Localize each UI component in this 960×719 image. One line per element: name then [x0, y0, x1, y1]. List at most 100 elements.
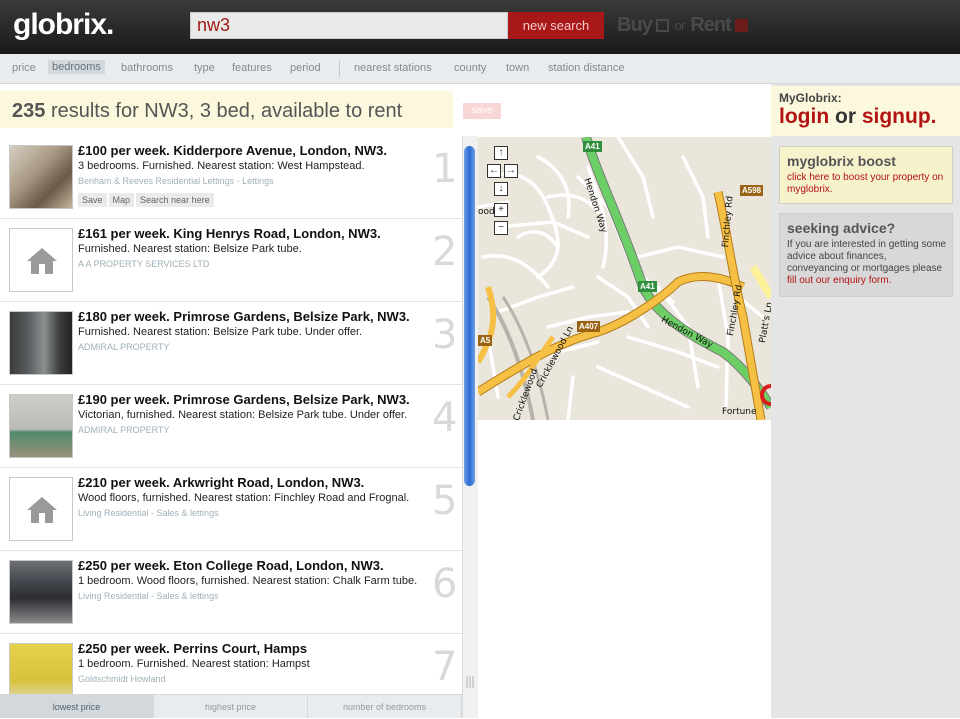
road-label: ood: [478, 207, 495, 217]
listing-description: 3 bedrooms. Furnished. Nearest station: …: [78, 160, 365, 172]
listing-agent[interactable]: Goldschmidt Howland: [78, 674, 166, 684]
scrollbar-thumb[interactable]: [464, 146, 475, 486]
login-link[interactable]: login: [779, 105, 829, 128]
listing-photo[interactable]: [9, 311, 73, 375]
map-listing-button[interactable]: Map: [108, 193, 135, 207]
listing-description: 1 bedroom. Wood floors, furnished. Neare…: [78, 575, 418, 587]
listing-agent[interactable]: ADMIRAL PROPERTY: [78, 425, 170, 435]
listing-photo[interactable]: [9, 145, 73, 209]
listing-agent[interactable]: Benham & Reeves Residential Lettings - L…: [78, 176, 274, 186]
boost-title: myglobrix boost: [787, 153, 896, 169]
search-input[interactable]: nw3: [190, 12, 508, 39]
top-bar: globrix. nw3 new search Buy or Rent: [0, 0, 960, 54]
listing-title[interactable]: £100 per week. Kidderpore Avenue, London…: [78, 143, 387, 158]
listing-row[interactable]: £250 per week. Perrins Court, Hamps 1 be…: [0, 634, 462, 694]
filter-county[interactable]: county: [454, 62, 486, 74]
boost-panel[interactable]: myglobrix boost click here to boost your…: [779, 146, 953, 204]
rent-label[interactable]: Rent: [690, 14, 731, 37]
listing-agent[interactable]: ADMIRAL PROPERTY: [78, 342, 170, 352]
buy-checkbox[interactable]: [655, 19, 669, 32]
listing-photo-placeholder[interactable]: [9, 477, 73, 541]
road-shield-a5: A5: [478, 335, 493, 346]
resize-grip-icon[interactable]: [465, 676, 474, 688]
filter-bar: price bedrooms bathrooms type features p…: [0, 54, 960, 84]
save-listing-button[interactable]: Save: [78, 193, 107, 207]
listing-agent[interactable]: Living Residential - Sales & lettings: [78, 591, 219, 601]
map-canvas[interactable]: [478, 137, 771, 420]
listing-description: Wood floors, furnished. Nearest station:…: [78, 492, 410, 504]
listing-photo-placeholder[interactable]: [9, 228, 73, 292]
listing-title[interactable]: £161 per week. King Henrys Road, London,…: [78, 226, 381, 241]
listing-row[interactable]: £250 per week. Eton College Road, London…: [0, 551, 462, 634]
sort-highest-price[interactable]: highest price: [154, 695, 308, 718]
listing-agent[interactable]: A A PROPERTY SERVICES LTD: [78, 259, 209, 269]
results-list: £100 per week. Kidderpore Avenue, London…: [0, 136, 462, 694]
listing-photo[interactable]: [9, 643, 73, 694]
filter-divider: [339, 60, 340, 77]
advice-title: seeking advice?: [787, 220, 896, 236]
sort-bar: lowest price highest price number of bed…: [0, 694, 462, 718]
results-count: 235: [12, 100, 46, 122]
filter-period[interactable]: period: [290, 62, 321, 74]
listing-number: 6: [432, 561, 458, 607]
listing-photo[interactable]: [9, 560, 73, 624]
listing-row[interactable]: £100 per week. Kidderpore Avenue, London…: [0, 136, 462, 219]
map-zoom-out-button[interactable]: −: [494, 221, 508, 235]
listing-agent[interactable]: Living Residential - Sales & lettings: [78, 508, 219, 518]
sort-lowest-price[interactable]: lowest price: [0, 695, 154, 718]
map-pan-left-button[interactable]: ←: [487, 164, 501, 178]
period-text: .: [930, 105, 937, 128]
listing-row[interactable]: £180 per week. Primrose Gardens, Belsize…: [0, 302, 462, 385]
filter-price[interactable]: price: [12, 62, 36, 74]
listing-row[interactable]: £210 per week. Arkwright Road, London, N…: [0, 468, 462, 551]
enquiry-form-link[interactable]: fill out our enquiry form.: [787, 275, 892, 286]
filter-nearest-stations[interactable]: nearest stations: [354, 62, 432, 74]
rent-checkbox[interactable]: [734, 19, 748, 32]
save-search-button[interactable]: save: [463, 103, 501, 119]
filter-station-distance[interactable]: station distance: [548, 62, 624, 74]
sort-number-of-bedrooms[interactable]: number of bedrooms: [308, 695, 462, 718]
place-label: Fortune: [722, 407, 757, 417]
listing-number: 4: [432, 395, 458, 441]
road-shield-a407: A407: [577, 321, 601, 332]
listing-title[interactable]: £250 per week. Eton College Road, London…: [78, 558, 384, 573]
map-pan-right-button[interactable]: →: [504, 164, 518, 178]
listing-title[interactable]: £210 per week. Arkwright Road, London, N…: [78, 475, 364, 490]
globrix-logo[interactable]: globrix.: [13, 8, 114, 42]
house-icon: [27, 497, 57, 523]
listing-row[interactable]: £161 per week. King Henrys Road, London,…: [0, 219, 462, 302]
filter-type[interactable]: type: [194, 62, 215, 74]
results-summary: 235 results for NW3, 3 bed, available to…: [12, 100, 402, 123]
signup-link[interactable]: signup: [862, 105, 931, 128]
listing-photo[interactable]: [9, 394, 73, 458]
listing-description: Furnished. Nearest station: Belsize Park…: [78, 243, 302, 255]
search-near-here-button[interactable]: Search near here: [136, 193, 214, 207]
advice-body: If you are interested in getting some ad…: [787, 239, 946, 274]
listing-title[interactable]: £250 per week. Perrins Court, Hamps: [78, 641, 307, 656]
listing-description: Victorian, furnished. Nearest station: B…: [78, 409, 408, 421]
filter-bedrooms[interactable]: bedrooms: [48, 60, 105, 74]
myglobrix-box: MyGlobrix: login or signup.: [771, 86, 960, 136]
results-map[interactable]: ↑ ← → ↓ + − Hendon Way Finchley Rd Hendo…: [478, 137, 771, 420]
or-text: or: [835, 105, 856, 128]
listing-actions: Save Map Search near here: [78, 193, 214, 207]
results-text: results for NW3, 3 bed, available to ren…: [50, 100, 403, 122]
listing-title[interactable]: £190 per week. Primrose Gardens, Belsize…: [78, 392, 410, 407]
buy-rent-toggle: Buy or Rent: [617, 14, 748, 37]
boost-link[interactable]: click here to boost your property on myg…: [787, 172, 949, 196]
auth-links: login or signup.: [779, 105, 937, 129]
new-search-button[interactable]: new search: [508, 12, 604, 39]
listing-number: 7: [432, 644, 458, 690]
filter-town[interactable]: town: [506, 62, 529, 74]
filter-features[interactable]: features: [232, 62, 272, 74]
road-shield-a41: A41: [638, 281, 657, 292]
map-pan-down-button[interactable]: ↓: [494, 182, 508, 196]
buy-label[interactable]: Buy: [617, 14, 653, 37]
map-pan-up-button[interactable]: ↑: [494, 146, 508, 160]
filter-bathrooms[interactable]: bathrooms: [121, 62, 173, 74]
listing-description: Furnished. Nearest station: Belsize Park…: [78, 326, 363, 338]
listing-title[interactable]: £180 per week. Primrose Gardens, Belsize…: [78, 309, 410, 324]
map-zoom-in-button[interactable]: +: [494, 203, 508, 217]
listing-number: 5: [432, 478, 458, 524]
listing-row[interactable]: £190 per week. Primrose Gardens, Belsize…: [0, 385, 462, 468]
